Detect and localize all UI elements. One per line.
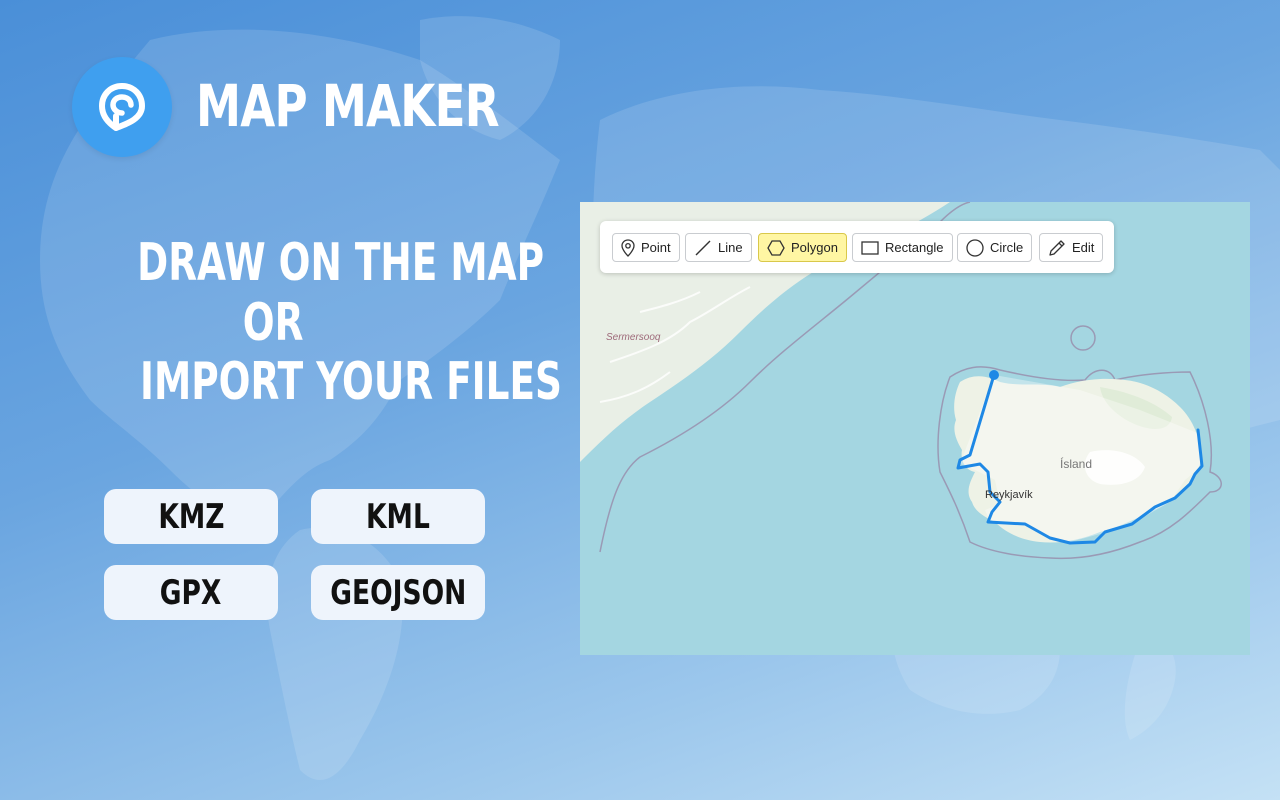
rectangle-icon	[861, 240, 879, 255]
map-pin-icon	[99, 83, 146, 131]
tool-edit-label: Edit	[1072, 240, 1095, 255]
hexagon-icon	[767, 239, 785, 256]
format-kmz-button[interactable]: KMZ	[104, 489, 278, 544]
headline-line-1: DRAW ON THE MAP	[137, 233, 545, 293]
drawing-toolbar: Point Line Polygon Rectangle Circle Edit	[600, 221, 1114, 273]
pencil-icon	[1049, 239, 1065, 256]
tool-edit-button[interactable]: Edit	[1039, 233, 1104, 262]
circle-icon	[966, 238, 984, 257]
map-view[interactable]: Sermersooq Ísland Reykjavík Point Line P…	[580, 202, 1250, 655]
logo	[72, 57, 172, 157]
line-icon	[695, 240, 711, 255]
map-label-region: Sermersooq	[606, 332, 661, 343]
tool-line-button[interactable]: Line	[685, 233, 752, 262]
tool-polygon-button[interactable]: Polygon	[758, 233, 847, 262]
app-title: MAP MAKER	[196, 72, 500, 140]
format-gpx-button[interactable]: GPX	[104, 565, 278, 620]
drawn-vertex[interactable]	[989, 370, 999, 380]
tool-point-label: Point	[641, 240, 671, 255]
tool-line-label: Line	[718, 240, 743, 255]
pin-icon	[621, 238, 635, 257]
map-label-city: Reykjavík	[985, 489, 1033, 501]
tool-circle-label: Circle	[990, 240, 1024, 255]
tool-polygon-label: Polygon	[791, 240, 838, 255]
format-geojson-button[interactable]: GEOJSON	[311, 565, 485, 620]
tool-circle-button[interactable]: Circle	[957, 233, 1033, 262]
tool-point-button[interactable]: Point	[612, 233, 680, 262]
headline-line-3: IMPORT YOUR FILES	[140, 352, 563, 412]
jan-mayen-boundary	[1070, 325, 1096, 351]
tool-rectangle-button[interactable]: Rectangle	[852, 233, 953, 262]
map-label-country: Ísland	[1060, 457, 1093, 471]
format-kml-button[interactable]: KML	[311, 489, 485, 544]
headline-line-2: OR	[242, 293, 304, 353]
tool-rectangle-label: Rectangle	[885, 240, 944, 255]
